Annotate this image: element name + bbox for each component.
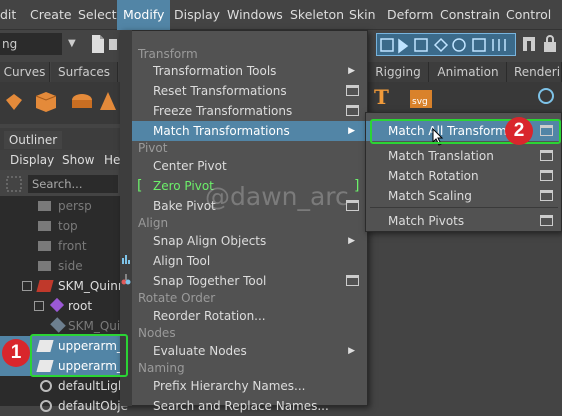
shelf-right-icons: T svg xyxy=(368,82,562,112)
menu-item-center-pivot[interactable]: Center Pivot xyxy=(132,156,367,176)
filter-icon[interactable] xyxy=(6,176,22,192)
outliner-row-root[interactable]: root xyxy=(0,296,120,316)
option-box-icon[interactable] xyxy=(540,215,553,226)
expand-icon[interactable] xyxy=(34,301,44,311)
shape-icon xyxy=(50,317,66,333)
menu-edit[interactable]: dit xyxy=(0,0,16,30)
outliner-row-default-object[interactable]: defaultObje xyxy=(0,396,128,416)
svg-text:T: T xyxy=(374,85,389,109)
lock-icon[interactable] xyxy=(541,34,559,54)
outliner-menu-show[interactable]: Show xyxy=(62,150,94,170)
outliner-row-persp[interactable]: persp xyxy=(0,196,120,216)
mesh-icon xyxy=(36,280,54,292)
section-naming: Naming xyxy=(138,361,185,375)
menu-item-prefix-hierarchy-names[interactable]: Prefix Hierarchy Names... xyxy=(132,376,367,396)
set-icon xyxy=(40,400,52,412)
menu-create[interactable]: Create xyxy=(30,0,72,30)
menu-item-align-tool[interactable]: Align Tool xyxy=(132,251,367,271)
menu-windows[interactable]: Windows xyxy=(227,0,283,30)
collapse-icon[interactable] xyxy=(22,281,32,291)
shelf-tab-surfaces[interactable]: Surfaces xyxy=(51,62,118,82)
callout-badge-2: 2 xyxy=(505,117,533,145)
shelf-tab-rigging[interactable]: Rigging xyxy=(368,62,429,82)
menu-item-freeze-transformations[interactable]: Freeze Transformations xyxy=(132,101,367,121)
submenu-arrow-icon: ▶ xyxy=(348,126,355,136)
camera-icon xyxy=(38,221,51,231)
align-icon xyxy=(121,252,131,266)
callout-highlight-outliner xyxy=(30,334,128,377)
option-box-icon[interactable] xyxy=(540,150,553,161)
submenu-item-match-scaling[interactable]: Match Scaling xyxy=(366,186,561,206)
outliner-row-top[interactable]: top xyxy=(0,216,120,236)
option-box-icon[interactable] xyxy=(540,190,553,201)
submenu-item-match-rotation[interactable]: Match Rotation xyxy=(366,166,561,186)
section-align: Align xyxy=(138,216,169,230)
watermark: @dawn_arc xyxy=(205,182,349,211)
snap-together-icon xyxy=(121,272,131,286)
menu-skeleton[interactable]: Skeleton xyxy=(290,0,344,30)
option-box-icon[interactable] xyxy=(540,170,553,181)
option-box-icon[interactable] xyxy=(346,275,359,286)
menu-modify[interactable]: Modify xyxy=(117,0,171,30)
shelf-tab-animation[interactable]: Animation xyxy=(430,62,507,82)
set-icon xyxy=(40,380,52,392)
section-nodes: Nodes xyxy=(138,326,176,340)
section-pivot: Pivot xyxy=(138,141,168,155)
outliner-menu-help[interactable]: He xyxy=(104,150,120,170)
magnet-icon[interactable] xyxy=(520,33,538,55)
chevron-down-icon[interactable]: ▼ xyxy=(68,33,82,55)
outliner-search-input[interactable]: Search... xyxy=(28,175,118,193)
outliner-row-skm-quinn[interactable]: SKM_Quinn xyxy=(0,276,125,296)
outliner-row-front[interactable]: front xyxy=(0,236,120,256)
menu-constrain[interactable]: Constrain xyxy=(440,0,500,30)
menu-item-transformation-tools[interactable]: Transformation Tools ▶ xyxy=(132,61,367,81)
left-bracket-icon: [ xyxy=(137,178,143,194)
menu-item-match-transformations[interactable]: Match Transformations ▶ xyxy=(132,121,367,141)
menu-item-evaluate-nodes[interactable]: Evaluate Nodes ▶ xyxy=(132,341,367,361)
camera-icon xyxy=(38,261,51,271)
shelf-tab-curves[interactable]: Curves xyxy=(0,62,50,82)
outliner-menu-display[interactable]: Display xyxy=(10,150,54,170)
submenu-arrow-icon: ▶ xyxy=(348,346,355,356)
menu-item-reorder-rotation[interactable]: Reorder Rotation... xyxy=(132,306,367,326)
option-box-icon[interactable] xyxy=(346,85,359,96)
poly-primitives-icons xyxy=(6,92,116,112)
joint-icon xyxy=(49,297,65,313)
option-box-icon[interactable] xyxy=(346,105,359,116)
right-bracket-icon: ] xyxy=(354,178,360,194)
outliner-row-skm-quin[interactable]: SKM_Quin xyxy=(0,316,128,336)
submenu-arrow-icon: ▶ xyxy=(348,236,355,246)
outliner-row-default-light[interactable]: defaultLigh xyxy=(0,376,125,396)
snap-toolbar xyxy=(376,33,516,56)
menu-control[interactable]: Control xyxy=(506,0,551,30)
callout-badge-1: 1 xyxy=(2,339,30,367)
shelf-tab-rendering[interactable]: Renderin xyxy=(508,62,562,82)
camera-icon xyxy=(38,241,51,251)
submenu-item-match-pivots[interactable]: Match Pivots xyxy=(366,211,561,231)
menu-item-search-and-replace-names[interactable]: Search and Replace Names... xyxy=(132,396,367,416)
main-menu-bar: dit Create Select Modify Display Windows… xyxy=(0,0,562,30)
menu-item-snap-align-objects[interactable]: Snap Align Objects ▶ xyxy=(132,231,367,251)
menu-display[interactable]: Display xyxy=(174,0,220,30)
open-scene-icon[interactable] xyxy=(108,34,118,54)
section-rotate-order: Rotate Order xyxy=(138,291,216,305)
menu-item-snap-together-tool[interactable]: Snap Together Tool xyxy=(132,271,367,291)
menu-select[interactable]: Select xyxy=(78,0,117,30)
menu-set-dropdown[interactable]: ng xyxy=(0,33,62,55)
menu-skin[interactable]: Skin xyxy=(349,0,376,30)
outliner-title[interactable]: Outliner xyxy=(4,131,62,149)
submenu-arrow-icon: ▶ xyxy=(348,66,355,76)
new-scene-icon[interactable] xyxy=(90,34,108,54)
camera-icon xyxy=(38,201,51,211)
outliner-row-side[interactable]: side xyxy=(0,256,120,276)
svg-text:svg: svg xyxy=(412,97,428,107)
menu-item-reset-transformations[interactable]: Reset Transformations xyxy=(132,81,367,101)
submenu-item-match-translation[interactable]: Match Translation xyxy=(366,146,561,166)
submenu-divider xyxy=(370,207,558,208)
menu-deform[interactable]: Deform xyxy=(387,0,433,30)
